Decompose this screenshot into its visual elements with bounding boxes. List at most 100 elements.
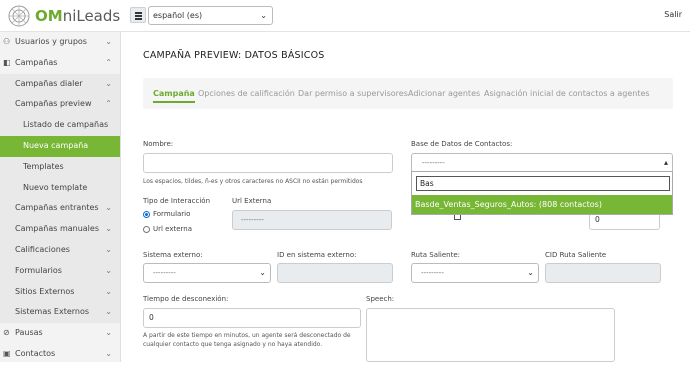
radio-formulario[interactable]: Formulario — [143, 210, 190, 218]
tiempo-desconexion-hint: A partir de este tiempo en minutos, un a… — [143, 332, 351, 348]
sidebar-item-listado-campanas[interactable]: Listado de campañas — [0, 115, 120, 136]
sidebar-item-label: Nuevo template — [23, 182, 88, 192]
wizard-tabs: Campaña Opciones de calificación Dar per… — [143, 78, 673, 109]
id-sistema-externo-label: ID en sistema externo: — [277, 251, 357, 259]
sidebar-item-label: Campañas entrantes — [15, 203, 99, 213]
speech-textarea[interactable] — [366, 308, 615, 362]
tipo-interaccion-label: Tipo de Interacción — [143, 197, 211, 205]
base-datos-select-value: --------- — [422, 159, 445, 167]
sidebar-item-label: Campañas dialer — [15, 78, 83, 88]
tiempo-desconexion-input[interactable]: 0 — [143, 308, 361, 328]
ruta-saliente-select[interactable]: --------- ⌄ — [411, 263, 539, 283]
nombre-input[interactable] — [143, 153, 393, 173]
tiempo-desconexion-label: Tiempo de desconexión: — [143, 295, 229, 303]
speech-label: Speech: — [366, 295, 395, 303]
sidebar-item-label: Usuarios y grupos — [15, 37, 87, 46]
sistema-externo-label: Sistema externo: — [143, 251, 203, 259]
sidebar-item-pausas[interactable]: ⊘ Pausas ⌄ — [0, 323, 120, 344]
language-select[interactable]: español (es) ⌄ — [148, 6, 273, 25]
sidebar-item-calificaciones[interactable]: Calificaciones ⌄ — [0, 239, 120, 261]
url-externa-select-value: --------- — [241, 216, 264, 224]
radio-unselected-icon — [143, 225, 150, 233]
sidebar-item-templates[interactable]: Templates — [0, 156, 120, 178]
radio-url-label: Url externa — [153, 225, 193, 233]
sistema-externo-select-value: --------- — [153, 269, 176, 277]
base-datos-label: Base de Datos de Contactos: — [411, 140, 513, 148]
logo-text: OMniLeads — [35, 7, 121, 25]
sidebar-item-label: Campañas preview — [15, 99, 92, 109]
logout-link[interactable]: Salir — [664, 10, 682, 19]
sidebar-item-label: Sistemas Externos — [15, 307, 90, 317]
chevron-down-icon: ⌄ — [105, 307, 112, 317]
sidebar-item-label: Nueva campaña — [23, 140, 89, 150]
cid-ruta-saliente-label: CID Ruta Saliente — [545, 251, 607, 259]
base-datos-select[interactable]: --------- ▴ — [411, 153, 673, 173]
chevron-down-icon: ⌄ — [105, 328, 112, 338]
dropdown-option[interactable]: Basde_Ventas_Seguros_Autos: (808 contact… — [412, 195, 672, 214]
chevron-up-icon: ⌃ — [105, 57, 112, 67]
sidebar-item-formularios[interactable]: Formularios ⌄ — [0, 260, 120, 282]
id-sistema-externo-input[interactable] — [277, 263, 393, 283]
sidebar-item-label: Formularios — [15, 265, 62, 275]
sidebar-item-label: Listado de campañas — [23, 120, 109, 130]
sidebar-item-sitios-externos[interactable]: Sitios Externos ⌄ — [0, 281, 120, 303]
chevron-down-icon: ⌄ — [105, 203, 112, 213]
tab-asignacion-contactos[interactable]: Asignación inicial de contactos a agente… — [484, 89, 650, 98]
chevron-down-icon: ⌄ — [105, 244, 112, 254]
sidebar: ⚇ Usuarios y grupos ⌄ ◧ Campañas ⌃ Campa… — [0, 32, 121, 362]
sidebar-item-label: Pausas — [15, 328, 43, 338]
ruta-saliente-select-value: --------- — [421, 269, 444, 277]
chevron-up-icon: ⌃ — [105, 99, 112, 109]
sidebar-item-campanas-dialer[interactable]: Campañas dialer ⌄ — [0, 73, 120, 95]
radio-formulario-label: Formulario — [153, 210, 191, 218]
chevron-down-icon: ⌄ — [105, 37, 112, 46]
sidebar-item-campanas-manuales[interactable]: Campañas manuales ⌄ — [0, 219, 120, 240]
base-datos-dropdown: Bas Basde_Ventas_Seguros_Autos: (808 con… — [411, 171, 673, 215]
omnileads-logo[interactable]: OMniLeads — [7, 4, 120, 28]
sidebar-item-sistemas-externos[interactable]: Sistemas Externos ⌄ — [0, 302, 120, 324]
tab-campana[interactable]: Campaña — [153, 89, 195, 103]
dropdown-search-input[interactable]: Bas — [416, 176, 670, 191]
caret-up-icon: ▴ — [663, 158, 668, 167]
page-title: CAMPAÑA PREVIEW: DATOS BÁSICOS — [143, 50, 325, 61]
chevron-down-icon: ⌄ — [105, 265, 112, 275]
url-externa-select[interactable]: --------- — [232, 210, 392, 230]
sidebar-item-campanas-preview[interactable]: Campañas preview ⌃ — [0, 94, 120, 116]
chevron-down-icon: ⌄ — [527, 268, 534, 277]
sidebar-item-campanas[interactable]: ◧ Campañas ⌃ — [0, 53, 120, 74]
sistema-externo-select[interactable]: --------- ⌄ — [143, 263, 271, 283]
sidebar-item-nueva-campana[interactable]: Nueva campaña — [0, 135, 120, 157]
sidebar-item-label: Sitios Externos — [15, 286, 75, 296]
top-bar: OMniLeads español (es) ⌄ Salir — [0, 0, 690, 32]
sidebar-item-label: Calificaciones — [15, 244, 70, 254]
nombre-hint: Los espacios, tildes, ñ-es y otros carac… — [143, 178, 363, 185]
pause-icon: ⊘ — [3, 328, 10, 338]
language-select-value: español (es) — [153, 11, 203, 20]
megaphone-icon: ◧ — [3, 57, 11, 67]
cid-ruta-saliente-input[interactable] — [545, 263, 661, 283]
main-content: CAMPAÑA PREVIEW: DATOS BÁSICOS Campaña O… — [121, 32, 690, 362]
users-icon: ⚇ — [3, 37, 11, 46]
radio-selected-icon — [143, 210, 150, 218]
chevron-down-icon: ⌄ — [259, 268, 266, 277]
chevron-down-icon: ⌄ — [105, 78, 112, 88]
chevron-down-icon: ⌄ — [260, 11, 267, 20]
tab-opciones-calificacion[interactable]: Opciones de calificación — [198, 89, 295, 98]
sidebar-item-label: Campañas manuales — [15, 224, 99, 234]
tab-adicionar-agentes[interactable]: Adicionar agentes — [408, 89, 480, 98]
nombre-label: Nombre: — [143, 140, 174, 148]
ruta-saliente-label: Ruta Saliente: — [411, 251, 461, 259]
tab-permiso-supervisores[interactable]: Dar permiso a supervisores — [298, 89, 408, 98]
sidebar-item-usuarios[interactable]: ⚇ Usuarios y grupos ⌄ — [0, 32, 120, 53]
hamburger-menu-button[interactable] — [130, 7, 146, 23]
logo-icon — [8, 5, 30, 27]
sidebar-item-campanas-entrantes[interactable]: Campañas entrantes ⌄ — [0, 198, 120, 220]
sidebar-item-label: Campañas — [15, 57, 58, 67]
chevron-down-icon: ⌄ — [105, 286, 112, 296]
sidebar-item-label: Contactos — [15, 348, 56, 358]
sidebar-item-label: Templates — [23, 161, 64, 171]
radio-url-externa[interactable]: Url externa — [143, 225, 192, 233]
chevron-down-icon: ⌄ — [105, 224, 112, 234]
sidebar-item-nuevo-template[interactable]: Nuevo template — [0, 177, 120, 199]
url-externa-label: Url Externa — [232, 197, 272, 205]
